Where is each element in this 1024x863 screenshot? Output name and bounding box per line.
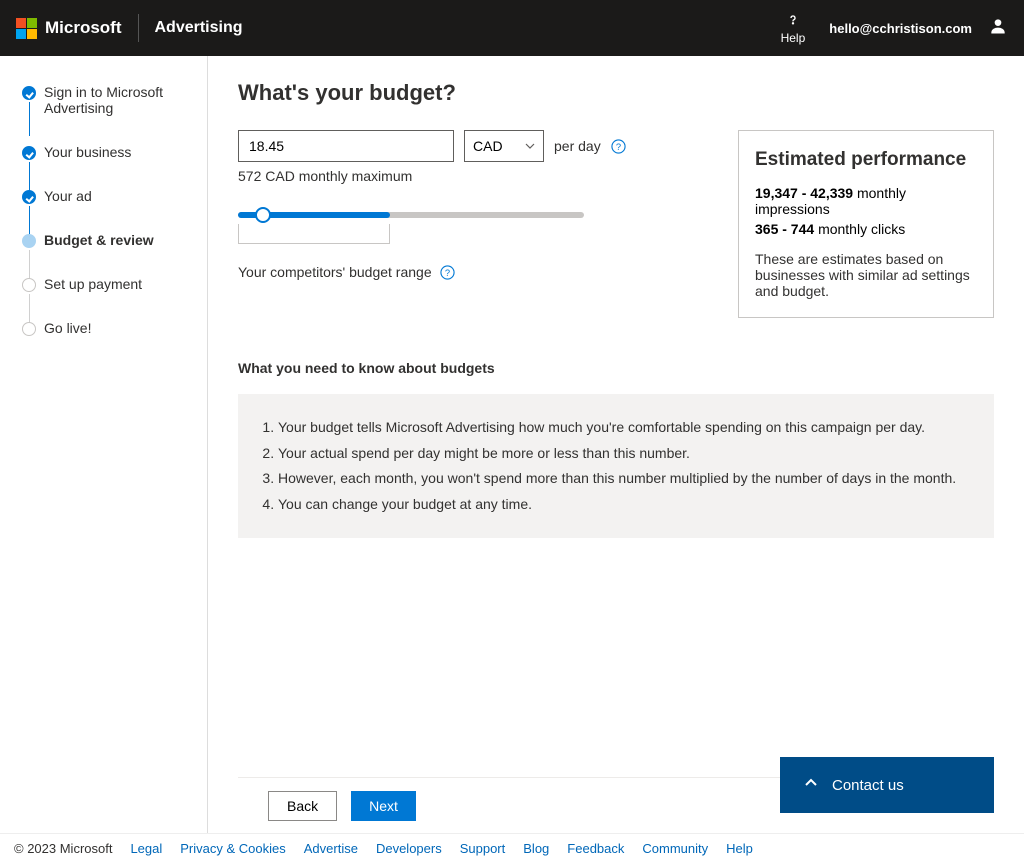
- user-email[interactable]: hello@cchristison.com: [829, 21, 972, 36]
- budget-slider[interactable]: [238, 212, 584, 244]
- per-day-label: per day: [554, 138, 601, 154]
- currency-value: CAD: [473, 138, 503, 154]
- step-label: Budget & review: [44, 232, 154, 248]
- microsoft-logo-icon: [16, 18, 37, 39]
- perf-clicks-label: monthly clicks: [818, 221, 905, 237]
- footer-link-legal[interactable]: Legal: [130, 841, 162, 856]
- chevron-down-icon: [525, 138, 535, 154]
- contact-us-button[interactable]: Contact us: [780, 757, 994, 813]
- competitors-label: Your competitors' budget range: [238, 264, 432, 280]
- back-button[interactable]: Back: [268, 791, 337, 821]
- chevron-up-icon: [804, 776, 818, 794]
- currency-select[interactable]: CAD: [464, 130, 544, 162]
- footer-link-support[interactable]: Support: [460, 841, 506, 856]
- perf-clicks-range: 365 - 744: [755, 221, 814, 237]
- header-divider: [138, 14, 139, 42]
- footer-link-feedback[interactable]: Feedback: [567, 841, 624, 856]
- footer-link-community[interactable]: Community: [642, 841, 708, 856]
- know-box: Your budget tells Microsoft Advertising …: [238, 394, 994, 538]
- step-todo-icon: [22, 322, 36, 336]
- step-set-up-payment[interactable]: Set up payment: [22, 276, 207, 292]
- brand-label: Microsoft: [45, 18, 122, 38]
- svg-text:?: ?: [616, 141, 621, 151]
- app-header: Microsoft Advertising Help hello@cchrist…: [0, 0, 1024, 56]
- product-label: Advertising: [155, 19, 243, 37]
- help-label: Help: [781, 31, 806, 45]
- help-icon: [785, 12, 801, 31]
- step-todo-icon: [22, 278, 36, 292]
- page-footer: © 2023 Microsoft Legal Privacy & Cookies…: [0, 833, 1024, 863]
- user-icon[interactable]: [988, 16, 1008, 41]
- step-label: Your ad: [44, 188, 92, 204]
- footer-link-privacy[interactable]: Privacy & Cookies: [180, 841, 285, 856]
- footer-link-advertise[interactable]: Advertise: [304, 841, 358, 856]
- microsoft-logo[interactable]: Microsoft: [16, 18, 122, 39]
- step-check-icon: [22, 86, 36, 100]
- budget-input[interactable]: [238, 130, 454, 162]
- monthly-max-label: 572 CAD monthly maximum: [238, 168, 716, 184]
- slider-thumb[interactable]: [255, 207, 271, 223]
- step-sign-in[interactable]: Sign in to Microsoft Advertising: [22, 84, 207, 116]
- wizard-sidebar: Sign in to Microsoft Advertising Your bu…: [0, 56, 208, 833]
- budget-help-icon[interactable]: ?: [611, 139, 626, 154]
- main-area: Sign in to Microsoft Advertising Your bu…: [0, 56, 1024, 833]
- step-budget-review[interactable]: Budget & review: [22, 232, 207, 248]
- wizard-steps: Sign in to Microsoft Advertising Your bu…: [22, 84, 207, 336]
- know-item: Your actual spend per day might be more …: [278, 444, 970, 464]
- page-content: What's your budget? CAD per day ? 572 CA…: [208, 56, 1024, 833]
- footer-link-help[interactable]: Help: [726, 841, 753, 856]
- step-label: Go live!: [44, 320, 91, 336]
- slider-range-box: [238, 224, 390, 244]
- step-current-icon: [22, 234, 36, 248]
- step-check-icon: [22, 146, 36, 160]
- perf-note: These are estimates based on businesses …: [755, 251, 977, 299]
- know-item: Your budget tells Microsoft Advertising …: [278, 418, 970, 438]
- next-button[interactable]: Next: [351, 791, 416, 821]
- copyright: © 2023 Microsoft: [14, 841, 112, 856]
- competitors-help-icon[interactable]: ?: [440, 265, 455, 280]
- know-title: What you need to know about budgets: [238, 360, 994, 376]
- know-item: You can change your budget at any time.: [278, 495, 970, 515]
- step-check-icon: [22, 190, 36, 204]
- step-label: Sign in to Microsoft Advertising: [44, 84, 163, 116]
- contact-label: Contact us: [832, 777, 904, 794]
- estimated-performance-card: Estimated performance 19,347 - 42,339 mo…: [738, 130, 994, 318]
- step-label: Set up payment: [44, 276, 142, 292]
- footer-link-developers[interactable]: Developers: [376, 841, 442, 856]
- svg-text:?: ?: [445, 267, 450, 277]
- perf-title: Estimated performance: [755, 149, 977, 171]
- page-title: What's your budget?: [238, 80, 994, 106]
- know-item: However, each month, you won't spend mor…: [278, 469, 970, 489]
- help-button[interactable]: Help: [781, 12, 806, 45]
- step-label: Your business: [44, 144, 131, 160]
- perf-impressions-range: 19,347 - 42,339: [755, 185, 853, 201]
- slider-track: [238, 212, 584, 218]
- step-your-business[interactable]: Your business: [22, 144, 207, 160]
- step-your-ad[interactable]: Your ad: [22, 188, 207, 204]
- footer-link-blog[interactable]: Blog: [523, 841, 549, 856]
- step-go-live[interactable]: Go live!: [22, 320, 207, 336]
